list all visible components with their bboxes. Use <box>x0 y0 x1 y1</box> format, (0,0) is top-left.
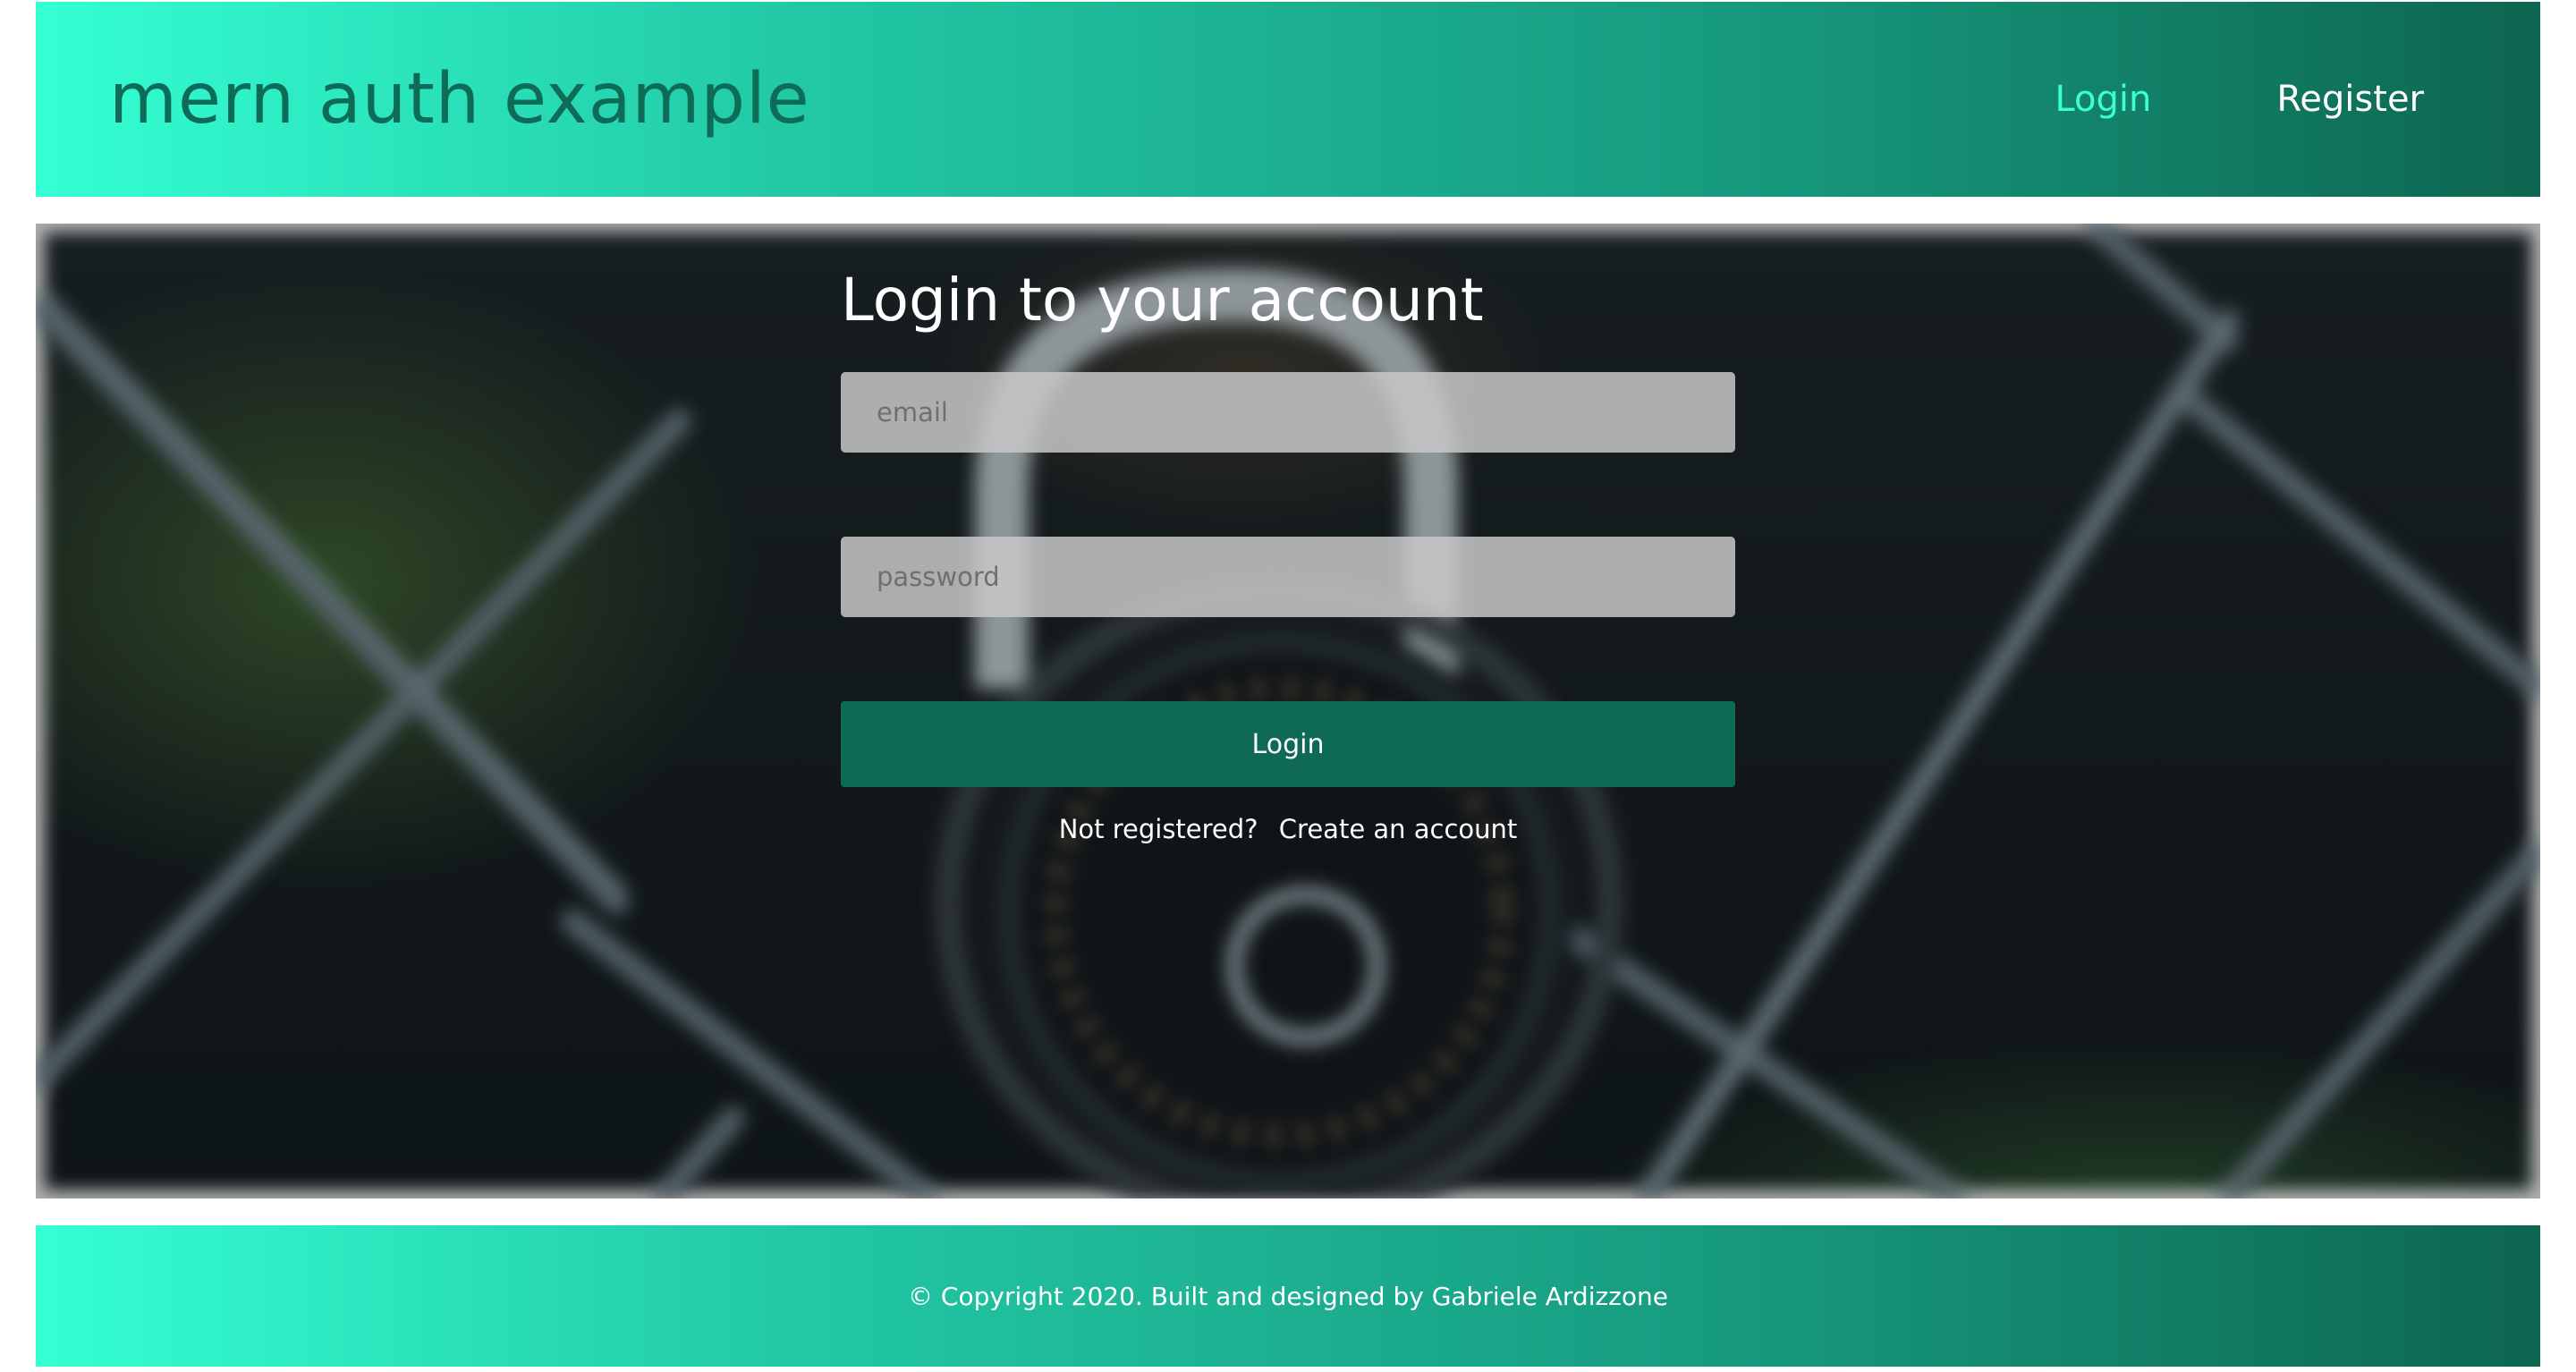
nav-login-link[interactable]: Login <box>2055 79 2151 120</box>
login-title: Login to your account <box>841 266 1484 335</box>
login-hero: Login to your account Login Not register… <box>36 224 2540 1198</box>
email-input[interactable] <box>841 372 1735 453</box>
login-form: Login to your account Login Not register… <box>841 224 1735 844</box>
top-navbar: mern auth example Login Register <box>36 2 2540 197</box>
footer: © Copyright 2020. Built and designed by … <box>36 1225 2540 1367</box>
brand-logo[interactable]: mern auth example <box>109 59 810 140</box>
nav-register-link[interactable]: Register <box>2276 79 2424 120</box>
copyright-text: © Copyright 2020. Built and designed by … <box>908 1281 1668 1311</box>
password-input[interactable] <box>841 537 1735 617</box>
create-account-link[interactable]: Create an account <box>1279 814 1517 844</box>
not-registered-text: Not registered? <box>1058 814 1258 844</box>
main-nav: Login Register <box>2055 79 2424 120</box>
login-button[interactable]: Login <box>841 701 1735 787</box>
register-prompt: Not registered? Create an account <box>841 814 1735 844</box>
